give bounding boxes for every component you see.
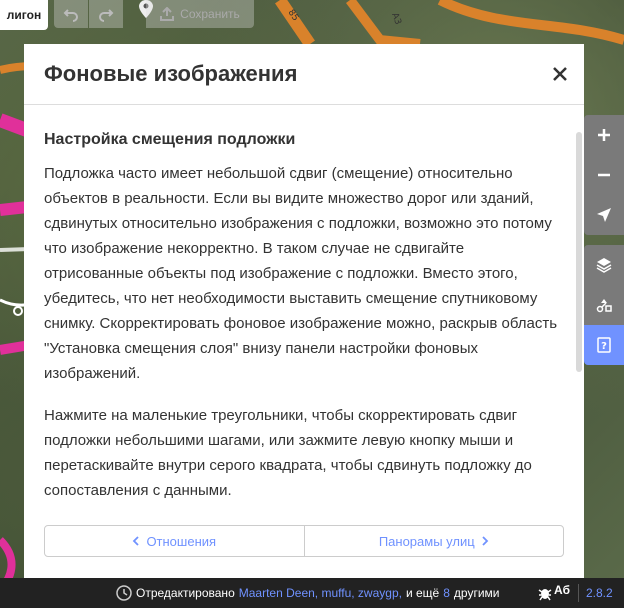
panel-body[interactable]: Настройка смещения подложки Подложка час… xyxy=(24,105,584,578)
help-panel: Фоновые изображения Настройка смещения п… xyxy=(24,44,584,578)
chevron-left-icon xyxy=(133,536,140,546)
upload-icon xyxy=(160,7,175,21)
map-data-icon xyxy=(596,299,612,313)
editors-info: Отредактировано Maarten Deen, muffu, zwa… xyxy=(116,578,499,608)
help-paragraph: Нажмите на маленькие треугольники, чтобы… xyxy=(44,407,532,499)
scrollbar[interactable] xyxy=(576,132,582,372)
minus-icon xyxy=(598,173,610,177)
help-paragraph: Подложка часто имеет небольшой сдвиг (см… xyxy=(44,165,558,382)
others-label: другими xyxy=(453,586,500,600)
location-arrow-icon xyxy=(597,208,611,222)
layers-icon xyxy=(596,258,612,273)
save-label: Сохранить xyxy=(180,7,240,21)
footer: Отредактировано Maarten Deen, muffu, zwa… xyxy=(0,578,624,608)
editors-links[interactable]: Maarten Deen, muffu, zwaygр, xyxy=(239,586,402,600)
close-icon xyxy=(553,67,567,81)
and-more-label: и ещё xyxy=(405,586,440,600)
save-button[interactable]: Сохранить xyxy=(146,0,254,28)
help-button[interactable]: ? xyxy=(584,325,624,365)
section-title: Настройка смещения подложки xyxy=(44,131,296,148)
version-link[interactable]: 2.8.2 xyxy=(586,586,613,600)
redo-button[interactable] xyxy=(89,0,123,28)
close-button[interactable] xyxy=(548,62,572,86)
panel-header: Фоновые изображения xyxy=(24,44,584,105)
clock-icon xyxy=(116,585,132,601)
prev-topic-button[interactable]: Отношения xyxy=(45,526,305,556)
svg-text:?: ? xyxy=(601,341,607,352)
translate-icon[interactable]: Aб xyxy=(554,583,570,597)
add-area-button[interactable]: лигон xyxy=(0,0,48,30)
next-topic-label: Панорамы улиц xyxy=(378,533,475,549)
chevron-right-icon xyxy=(482,536,488,546)
top-toolbar: лигон Сохранить xyxy=(0,0,624,36)
next-topic-button[interactable]: Панорамы улиц xyxy=(305,526,564,556)
edited-by-label: Отредактировано xyxy=(136,586,235,600)
prev-topic-label: Отношения xyxy=(146,533,217,549)
undo-icon xyxy=(63,9,78,22)
background-settings-button[interactable] xyxy=(584,245,624,285)
panel-title: Фоновые изображения xyxy=(44,61,298,86)
undo-button[interactable] xyxy=(54,0,88,28)
map-data-button[interactable] xyxy=(584,285,624,325)
bug-icon[interactable] xyxy=(538,585,552,601)
plus-icon xyxy=(598,129,610,141)
others-count-link[interactable]: 8 xyxy=(443,586,450,600)
redo-icon xyxy=(99,9,114,22)
zoom-in-button[interactable] xyxy=(584,115,624,155)
help-icon: ? xyxy=(597,337,611,353)
geolocate-button[interactable] xyxy=(584,195,624,235)
help-nav: Отношения Панорамы улиц xyxy=(44,525,564,557)
zoom-out-button[interactable] xyxy=(584,155,624,195)
footer-divider xyxy=(578,584,579,602)
add-area-label: лигон xyxy=(6,8,42,22)
